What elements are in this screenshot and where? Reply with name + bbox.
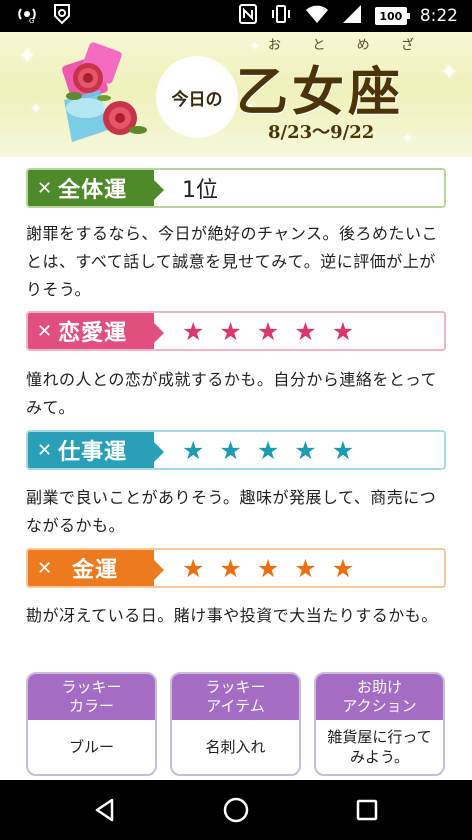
helpful-action-card: お助け アクション 雑貨屋に行って みよう。 [314,672,445,776]
lucky-card-value: 雑貨屋に行って みよう。 [316,720,443,774]
fortune-description-love: 憧れの人との恋が成就するかも。自分から連絡をとってみて。 [26,370,438,417]
recents-button[interactable] [337,788,397,832]
sparkle-icon: ✦ [18,44,37,69]
wifi-icon [305,4,329,28]
fortune-tag-love: ✕ 恋愛運 [28,313,164,349]
today-badge: 今日の [156,56,238,138]
status-bar: G 100 8:22 [0,0,472,32]
lucky-card-value-line: みよう。 [349,748,410,766]
cross-icon: ✕ [37,177,53,199]
star-icon: ★ [256,316,280,346]
star-icon: ★ [294,435,317,465]
star-icon: ★ [219,435,242,465]
star-rating: ★ ★ ★ ★ ★ [182,436,354,465]
star-icon: ★ [294,316,317,346]
lucky-card-title: ラッキー カラー [28,674,155,720]
lucky-card-title-line: アイテム [206,697,265,715]
lucky-card-title-line: アクション [342,697,417,715]
fortune-tag-work: ✕ 仕事運 [28,432,164,468]
star-icon: ★ [182,435,205,465]
fortune-row-love: ✕ 恋愛運 ★ ★ ★ ★ ★ [26,311,446,351]
back-button[interactable] [75,788,135,832]
fortune-description-overall: 謝罪をするなら、今日が絶好のチャンス。後ろめたいことは、すべて話して誠意を見せて… [26,224,439,299]
fortune-label: 全体運 [58,178,128,203]
star-icon: ★ [294,553,317,583]
lucky-card-value: ブルー [28,720,155,774]
star-icon: ★ [331,553,355,583]
rose-bouquet-icon [62,42,147,142]
fortune-row-work: ✕ 仕事運 ★ ★ ★ ★ ★ [26,430,446,470]
cross-icon: ✕ [37,439,53,461]
fortune-value: ★ ★ ★ ★ ★ [154,313,444,349]
star-icon: ★ [256,435,280,465]
navigation-bar [0,780,472,840]
signal-icon [342,4,362,28]
recents-icon [356,799,377,821]
nfc-icon [238,4,257,28]
star-icon: ★ [182,553,205,583]
lucky-color-card: ラッキー カラー ブルー [26,672,157,776]
lucky-card-title-line: お助け [356,678,402,696]
star-icon: ★ [256,553,280,583]
lucky-card-value-line: 名刺入れ [205,738,266,756]
today-label: 今日の [171,89,223,110]
star-icon: ★ [331,435,355,465]
fortune-row-overall: ✕ 全体運 1位 [26,168,446,208]
home-button[interactable] [206,788,266,832]
star-icon: ★ [182,316,205,346]
fortune-rank: 1位 [182,178,218,203]
fortune-value: ★ ★ ★ ★ ★ [154,432,444,468]
fortune-label: 恋愛運 [58,321,128,346]
back-icon [96,798,114,822]
fortune-description-money: 勘が冴えている日。賭け事や投資で大当たりするかも。 [26,606,438,625]
lucky-card-value: 名刺入れ [172,720,299,774]
star-icon: ★ [219,316,242,346]
star-icon: ★ [331,316,355,346]
fortune-value: 1位 [154,170,444,206]
star-rating: ★ ★ ★ ★ ★ [182,317,354,346]
hotspot-icon: G [16,4,38,28]
lucky-item-card: ラッキー アイテム 名刺入れ [170,672,301,776]
fortune-tag-overall: ✕ 全体運 [28,170,164,206]
status-time: 8:22 [419,6,458,26]
sparkle-icon: ✦ [402,131,414,147]
sparkle-icon: ✦ [440,60,459,85]
star-rating: ★ ★ ★ ★ ★ [182,554,354,583]
lucky-card-title-line: ラッキー [205,678,266,696]
cross-icon: ✕ [37,320,53,342]
fortune-label: 仕事運 [58,440,128,465]
lucky-card-value-line: ブルー [68,738,114,756]
fortune-description-work: 副業で良いことがありそう。趣味が発展して、商売につながるかも。 [26,488,437,535]
lucky-card-title: お助け アクション [316,674,443,720]
fortune-label: 金運 [72,558,119,583]
svg-text:G: G [29,17,34,24]
horoscope-header: ✦ ✦ ✦ ✦ ✦ ✦ 今日の お と め ざ 乙女座 8/23〜9/22 [0,32,472,157]
lucky-card-title-line: カラー [68,697,114,715]
vibrate-icon [270,4,292,28]
sign-name: 乙女座 [236,62,405,123]
guard-app-icon [52,3,72,29]
cross-icon: ✕ [37,557,53,579]
sparkle-icon: ✦ [30,101,42,117]
star-icon: ★ [219,553,242,583]
lucky-card-title-line: ラッキー [61,678,122,696]
battery-icon: 100 [374,7,410,25]
fortune-row-money: ✕ 金運 ★ ★ ★ ★ ★ [26,548,446,588]
lucky-card-value-line: 雑貨屋に行って [327,728,432,746]
sign-dates: 8/23〜9/22 [268,122,375,143]
home-icon [223,797,249,823]
fortune-value: ★ ★ ★ ★ ★ [154,550,444,586]
lucky-card-title: ラッキー アイテム [172,674,299,720]
fortune-tag-money: ✕ 金運 [28,550,164,586]
